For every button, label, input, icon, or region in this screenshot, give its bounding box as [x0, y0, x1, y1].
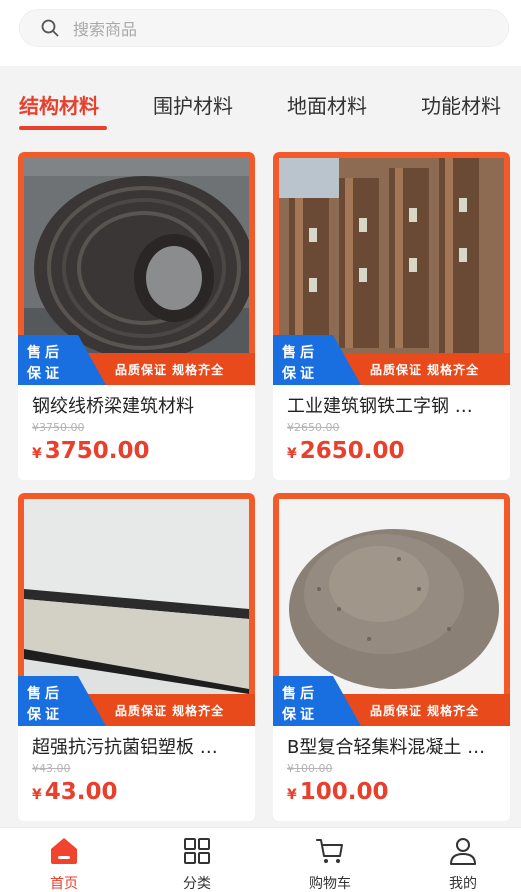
original-price: ¥43.00	[32, 762, 71, 775]
badge-line1: 售后	[282, 345, 318, 361]
product-title[interactable]: B型复合轻集料混凝土 …	[287, 733, 499, 759]
product-image[interactable]	[279, 158, 504, 353]
product-title[interactable]: 钢绞线桥梁建筑材料	[32, 392, 244, 418]
tab-active-indicator	[19, 126, 107, 130]
after-sales-badge: 售后 保证	[273, 676, 361, 726]
tab-flooring[interactable]: 地面材料	[287, 90, 367, 119]
badge-line2: 保证	[282, 366, 318, 382]
current-price: ¥2650.00	[287, 438, 405, 464]
search-placeholder: 搜索商品	[73, 20, 138, 39]
nav-profile[interactable]: 我的	[418, 828, 508, 892]
badge-line1: 售后	[27, 686, 63, 702]
price-value: 3750.00	[44, 438, 150, 464]
user-icon	[450, 838, 476, 865]
product-card[interactable]: 售后 保证 品质保证 规格齐全 工业建筑钢铁工字钢 … ¥2650.00 ¥26…	[273, 152, 510, 480]
product-image[interactable]	[24, 158, 249, 353]
concrete-powder-pile-image	[279, 499, 504, 694]
badge-line2: 保证	[27, 707, 63, 723]
tab-functional[interactable]: 功能材料	[421, 90, 501, 119]
current-price: ¥43.00	[32, 779, 118, 805]
nav-home[interactable]: 首页	[19, 828, 109, 892]
steel-strand-coil-image	[24, 158, 249, 353]
currency-symbol: ¥	[32, 446, 42, 462]
product-card[interactable]: 售后 保证 品质保证 规格齐全 超强抗污抗菌铝塑板 … ¥43.00 ¥43.0…	[18, 493, 255, 821]
product-image[interactable]	[279, 499, 504, 694]
nav-category[interactable]: 分类	[152, 828, 242, 892]
original-price: ¥2650.00	[287, 421, 340, 434]
search-icon	[41, 19, 59, 37]
category-tabs: 结构材料 围护材料 地面材料 功能材料	[0, 78, 521, 136]
banner-text: 品质保证 规格齐全	[115, 363, 225, 377]
search-input[interactable]: 搜索商品	[19, 9, 509, 47]
tab-envelope[interactable]: 围护材料	[153, 90, 233, 119]
banner-text: 品质保证 规格齐全	[370, 704, 480, 718]
bottom-nav: 首页 分类 购物车 我的	[0, 827, 521, 892]
after-sales-badge: 售后 保证	[273, 335, 361, 385]
product-title[interactable]: 超强抗污抗菌铝塑板 …	[32, 733, 244, 759]
nav-cart[interactable]: 购物车	[285, 828, 375, 892]
original-price: ¥3750.00	[32, 421, 85, 434]
banner-text: 品质保证 规格齐全	[370, 363, 480, 377]
nav-label: 首页	[50, 876, 78, 892]
currency-symbol: ¥	[287, 787, 297, 803]
badge-line1: 售后	[27, 345, 63, 361]
home-icon	[51, 838, 77, 864]
current-price: ¥3750.00	[32, 438, 150, 464]
after-sales-badge: 售后 保证	[18, 676, 106, 726]
aluminum-composite-panel-image	[24, 499, 249, 694]
product-card[interactable]: 售后 保证 品质保证 规格齐全 B型复合轻集料混凝土 … ¥100.00 ¥10…	[273, 493, 510, 821]
badge-line2: 保证	[27, 366, 63, 382]
h-beam-stack-image	[279, 158, 504, 353]
product-card[interactable]: 售后 保证 品质保证 规格齐全 钢绞线桥梁建筑材料 ¥3750.00 ¥3750…	[18, 152, 255, 480]
badge-line1: 售后	[282, 686, 318, 702]
nav-label: 分类	[183, 876, 211, 892]
price-value: 100.00	[299, 779, 389, 805]
currency-symbol: ¥	[32, 787, 42, 803]
header: 搜索商品	[0, 0, 521, 66]
product-image[interactable]	[24, 499, 249, 694]
price-value: 43.00	[44, 779, 118, 805]
price-value: 2650.00	[299, 438, 405, 464]
product-title[interactable]: 工业建筑钢铁工字钢 …	[287, 392, 499, 418]
nav-label: 我的	[449, 876, 477, 892]
badge-line2: 保证	[282, 707, 318, 723]
currency-symbol: ¥	[287, 446, 297, 462]
original-price: ¥100.00	[287, 762, 333, 775]
banner-text: 品质保证 规格齐全	[115, 704, 225, 718]
cart-icon	[316, 839, 343, 863]
grid-icon	[184, 838, 210, 864]
tab-structural[interactable]: 结构材料	[19, 90, 99, 119]
nav-label: 购物车	[309, 876, 351, 892]
after-sales-badge: 售后 保证	[18, 335, 106, 385]
current-price: ¥100.00	[287, 779, 389, 805]
